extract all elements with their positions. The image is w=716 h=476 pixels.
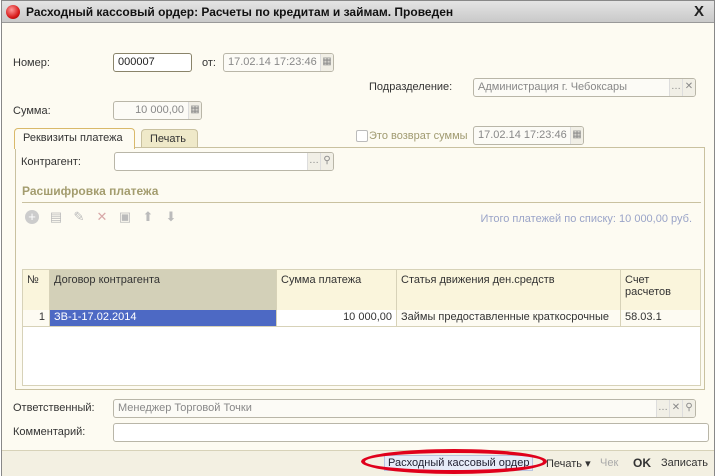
- table-row[interactable]: 1 ЗВ-1-17.02.2014 10 000,00 Займы предос…: [23, 310, 700, 327]
- save-button[interactable]: Записать: [661, 457, 708, 469]
- calendar-icon[interactable]: ▦: [570, 127, 583, 144]
- highlight-ellipse: [361, 449, 547, 474]
- move-down-icon[interactable]: ⬇: [164, 210, 178, 224]
- responsible-label: Ответственный:: [13, 402, 95, 414]
- division-label: Подразделение:: [369, 81, 453, 93]
- comment-input[interactable]: [113, 423, 709, 442]
- calculator-icon[interactable]: ▦: [188, 102, 201, 119]
- counterparty-label: Контрагент:: [21, 156, 81, 168]
- number-input[interactable]: 000007: [113, 53, 192, 72]
- select-icon[interactable]: …: [307, 153, 320, 170]
- print-menu-button[interactable]: Печать ▾: [546, 457, 591, 470]
- column-header-account[interactable]: Счет расчетов: [621, 270, 700, 310]
- column-header-cashflow-item[interactable]: Статья движения ден.средств: [397, 270, 621, 310]
- search-icon[interactable]: ⚲: [320, 153, 333, 170]
- copy-icon[interactable]: ▤: [49, 210, 63, 224]
- section-title: Расшифровка платежа: [22, 184, 159, 198]
- sum-value: 10 000,00: [135, 104, 184, 116]
- sum-input[interactable]: 10 000,00 ▦: [113, 101, 202, 120]
- division-input[interactable]: Администрация г. Чебоксары … ✕: [473, 78, 696, 97]
- check-button[interactable]: Чек: [600, 457, 618, 469]
- counterparty-input[interactable]: … ⚲: [114, 152, 334, 171]
- return-date-input[interactable]: 17.02.14 17:23:46 ▦: [473, 126, 584, 145]
- clear-icon[interactable]: ✕: [669, 400, 682, 417]
- comment-label: Комментарий:: [13, 426, 86, 438]
- cell-cashflow-item[interactable]: Займы предоставленные краткосрочные: [397, 310, 621, 326]
- tab-payment-details[interactable]: Реквизиты платежа: [14, 128, 135, 149]
- clear-icon[interactable]: ✕: [682, 79, 695, 96]
- end-edit-icon[interactable]: ▣: [118, 210, 132, 224]
- responsible-input[interactable]: Менеджер Торговой Точки … ✕ ⚲: [113, 399, 696, 418]
- column-header-contract[interactable]: Договор контрагента: [50, 270, 277, 310]
- cell-amount[interactable]: 10 000,00: [277, 310, 397, 326]
- responsible-value: Менеджер Торговой Точки: [118, 402, 252, 414]
- date-input[interactable]: 17.02.14 17:23:46 ▦: [223, 53, 334, 72]
- column-header-number[interactable]: №: [23, 270, 50, 310]
- cell-account[interactable]: 58.03.1: [621, 310, 700, 326]
- calendar-icon[interactable]: ▦: [320, 54, 333, 71]
- close-icon[interactable]: X: [694, 3, 704, 20]
- select-icon[interactable]: …: [669, 79, 682, 96]
- column-header-amount[interactable]: Сумма платежа: [277, 270, 397, 310]
- ok-button[interactable]: OK: [633, 456, 651, 470]
- command-bar: Расходный кассовый ордер Печать ▾ Чек OK…: [2, 449, 714, 476]
- tab-print[interactable]: Печать: [141, 129, 198, 149]
- date-label: от:: [202, 57, 216, 69]
- division-value: Администрация г. Чебоксары: [478, 81, 628, 93]
- cell-contract[interactable]: ЗВ-1-17.02.2014: [50, 310, 277, 326]
- delete-icon[interactable]: ✕: [95, 210, 109, 224]
- search-icon[interactable]: ⚲: [682, 400, 695, 417]
- select-icon[interactable]: …: [656, 400, 669, 417]
- tab-panel: Контрагент: … ⚲ Расшифровка платежа + ▤ ✎…: [15, 147, 705, 390]
- status-icon: [6, 5, 20, 19]
- sum-label: Сумма:: [13, 105, 51, 117]
- total-text: Итого платежей по списку: 10 000,00 руб.: [480, 213, 692, 225]
- date-value: 17.02.14 17:23:46: [228, 56, 317, 68]
- title-bar: Расходный кассовый ордер: Расчеты по кре…: [2, 1, 714, 23]
- document-window: Расходный кассовый ордер: Расчеты по кре…: [1, 0, 715, 476]
- edit-icon[interactable]: ✎: [72, 210, 86, 224]
- window-title: Расходный кассовый ордер: Расчеты по кре…: [26, 5, 454, 19]
- divider: [22, 202, 701, 203]
- payments-table[interactable]: № Договор контрагента Сумма платежа Стат…: [22, 269, 701, 386]
- table-header: № Договор контрагента Сумма платежа Стат…: [23, 270, 700, 310]
- return-date-value: 17.02.14 17:23:46: [478, 129, 567, 141]
- add-icon[interactable]: +: [25, 210, 39, 224]
- number-label: Номер:: [13, 57, 50, 69]
- return-label: Это возврат суммы: [369, 130, 468, 142]
- move-up-icon[interactable]: ⬆: [141, 210, 155, 224]
- return-checkbox[interactable]: [356, 130, 368, 142]
- cell-number: 1: [23, 310, 50, 326]
